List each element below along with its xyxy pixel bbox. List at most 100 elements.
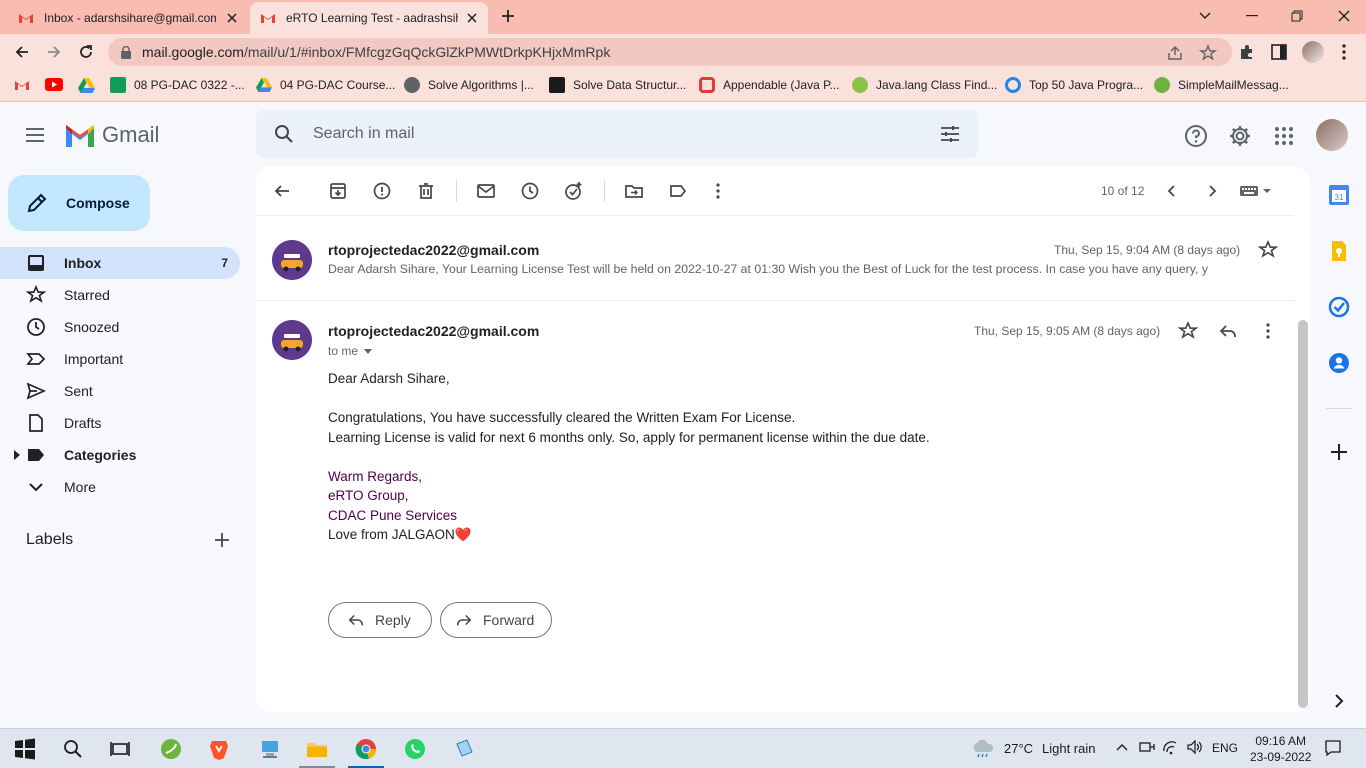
- star-message-icon[interactable]: [1178, 321, 1198, 341]
- bookmark-solve-data-structures[interactable]: Solve Data Structur...: [549, 77, 686, 93]
- help-icon[interactable]: [1184, 124, 1208, 148]
- network-adapter-icon[interactable]: [1138, 740, 1156, 756]
- expand-arrow-icon[interactable]: [14, 450, 20, 460]
- bookmark-appendable[interactable]: Appendable (Java P...: [699, 77, 840, 93]
- task-view-icon[interactable]: [109, 738, 131, 760]
- input-language[interactable]: ENG: [1212, 741, 1238, 755]
- recipient-details[interactable]: to me: [328, 344, 373, 358]
- archive-icon[interactable]: [328, 181, 348, 201]
- notepad-icon[interactable]: [453, 738, 475, 760]
- delete-icon[interactable]: [416, 181, 436, 201]
- input-tools-keyboard-icon[interactable]: [1238, 181, 1274, 201]
- profile-avatar[interactable]: [1302, 41, 1324, 63]
- chrome-menu-icon[interactable]: [1342, 44, 1346, 60]
- gmail-logo[interactable]: Gmail: [64, 122, 159, 148]
- forward-arrow-icon[interactable]: [44, 42, 64, 62]
- search-icon[interactable]: [274, 124, 294, 144]
- volume-icon[interactable]: [1186, 739, 1204, 755]
- bookmark-solve-algorithms[interactable]: Solve Algorithms |...: [404, 77, 534, 93]
- bookmark-star-icon[interactable]: [1199, 44, 1217, 62]
- google-tasks-icon[interactable]: [1328, 296, 1350, 318]
- message-sender[interactable]: rtoprojectedac2022@gmail.com: [328, 323, 539, 339]
- this-pc-icon[interactable]: [259, 738, 281, 760]
- back-to-inbox-icon[interactable]: [272, 181, 292, 201]
- label-as-icon[interactable]: [668, 181, 688, 201]
- file-explorer-icon[interactable]: [306, 738, 328, 760]
- show-hidden-icons-chevron-icon[interactable]: [1116, 743, 1128, 751]
- chrome-icon[interactable]: [355, 738, 377, 760]
- reload-icon[interactable]: [76, 42, 96, 62]
- bookmark-top-50-java[interactable]: Top 50 Java Progra...: [1005, 77, 1143, 93]
- google-keep-icon[interactable]: [1328, 240, 1350, 262]
- show-details-caret-icon[interactable]: [364, 348, 373, 354]
- add-label-icon[interactable]: [212, 530, 232, 550]
- star-message-icon[interactable]: [1258, 240, 1278, 260]
- weather-rain-icon[interactable]: [970, 739, 996, 759]
- tab-inbox[interactable]: Inbox - adarshsihare@gmail.com: [8, 2, 248, 34]
- extensions-icon[interactable]: [1238, 43, 1256, 61]
- share-icon[interactable]: [1166, 44, 1184, 62]
- search-bar[interactable]: Search in mail: [256, 110, 978, 158]
- lock-icon[interactable]: [120, 46, 132, 59]
- back-arrow-icon[interactable]: [12, 42, 32, 62]
- message-snippet[interactable]: Dear Adarsh Sihare, Your Learning Licens…: [328, 262, 1258, 276]
- more-options-icon[interactable]: [708, 181, 728, 201]
- message-more-icon[interactable]: [1258, 321, 1278, 341]
- sender-avatar[interactable]: [272, 320, 312, 360]
- sender-avatar[interactable]: [272, 240, 312, 280]
- add-to-tasks-icon[interactable]: [564, 181, 584, 201]
- bookmark-simplemailmessage[interactable]: SimpleMailMessag...: [1154, 77, 1289, 93]
- move-to-icon[interactable]: [624, 181, 644, 201]
- minimize-icon[interactable]: [1242, 6, 1262, 26]
- tab-close-icon[interactable]: [464, 10, 480, 26]
- youtube-bookmark-icon[interactable]: [45, 78, 63, 91]
- sidebar-item-inbox[interactable]: Inbox 7: [0, 247, 240, 279]
- taskbar-search-icon[interactable]: [62, 738, 84, 760]
- report-spam-icon[interactable]: [372, 181, 392, 201]
- settings-gear-icon[interactable]: [1228, 124, 1252, 148]
- forward-button[interactable]: Forward: [440, 602, 552, 638]
- google-contacts-icon[interactable]: [1328, 352, 1350, 374]
- weather-temperature[interactable]: 27°C: [1004, 741, 1033, 756]
- address-bar[interactable]: mail.google.com/mail/u/1/#inbox/FMfcgzGq…: [108, 38, 1232, 66]
- older-chevron-icon[interactable]: [1202, 181, 1222, 201]
- brave-browser-icon[interactable]: [208, 738, 230, 760]
- gmail-bookmark-icon[interactable]: [14, 79, 30, 91]
- bookmark-08-pg-dac[interactable]: 08 PG-DAC 0322 -...: [110, 77, 245, 93]
- system-clock[interactable]: 09:16 AM 23-09-2022: [1250, 733, 1311, 765]
- compose-button[interactable]: Compose: [8, 175, 150, 231]
- mark-unread-icon[interactable]: [476, 181, 496, 201]
- sidebar-item-snoozed[interactable]: Snoozed: [0, 311, 240, 343]
- snooze-icon[interactable]: [520, 181, 540, 201]
- google-calendar-icon[interactable]: 31: [1328, 184, 1350, 206]
- sidebar-item-more[interactable]: More: [0, 471, 240, 503]
- wifi-icon[interactable]: [1162, 739, 1180, 755]
- search-options-icon[interactable]: [940, 124, 960, 144]
- weather-description[interactable]: Light rain: [1042, 741, 1095, 756]
- bookmark-java-lang[interactable]: Java.lang Class Find...: [852, 77, 997, 93]
- whatsapp-icon[interactable]: [404, 738, 426, 760]
- bookmark-04-pg-dac[interactable]: 04 PG-DAC Course...: [256, 77, 395, 93]
- newer-chevron-icon[interactable]: [1162, 181, 1182, 201]
- main-menu-icon[interactable]: [24, 124, 46, 146]
- show-side-panel-chevron-icon[interactable]: [1328, 690, 1350, 712]
- google-drive-bookmark-icon[interactable]: [78, 78, 95, 93]
- window-close-icon[interactable]: [1334, 6, 1354, 26]
- spring-tool-suite-icon[interactable]: [160, 738, 182, 760]
- search-input[interactable]: Search in mail: [313, 125, 414, 143]
- new-tab-icon[interactable]: [500, 8, 516, 24]
- google-apps-icon[interactable]: [1272, 124, 1296, 148]
- sidebar-item-drafts[interactable]: Drafts: [0, 407, 240, 439]
- message-scrollbar[interactable]: [1298, 320, 1308, 708]
- message-sender[interactable]: rtoprojectedac2022@gmail.com: [328, 242, 539, 258]
- notifications-icon[interactable]: [1324, 739, 1342, 757]
- reply-icon[interactable]: [1218, 321, 1238, 341]
- tab-search-chevron-icon[interactable]: [1195, 6, 1215, 26]
- get-addons-plus-icon[interactable]: [1328, 441, 1350, 463]
- windows-start-icon[interactable]: [14, 738, 36, 760]
- tab-erto-learning-test[interactable]: eRTO Learning Test - aadrashsihare: [250, 2, 488, 34]
- reply-button[interactable]: Reply: [328, 602, 432, 638]
- side-panel-icon[interactable]: [1271, 44, 1287, 60]
- sidebar-item-categories[interactable]: Categories: [0, 439, 240, 471]
- sidebar-item-starred[interactable]: Starred: [0, 279, 240, 311]
